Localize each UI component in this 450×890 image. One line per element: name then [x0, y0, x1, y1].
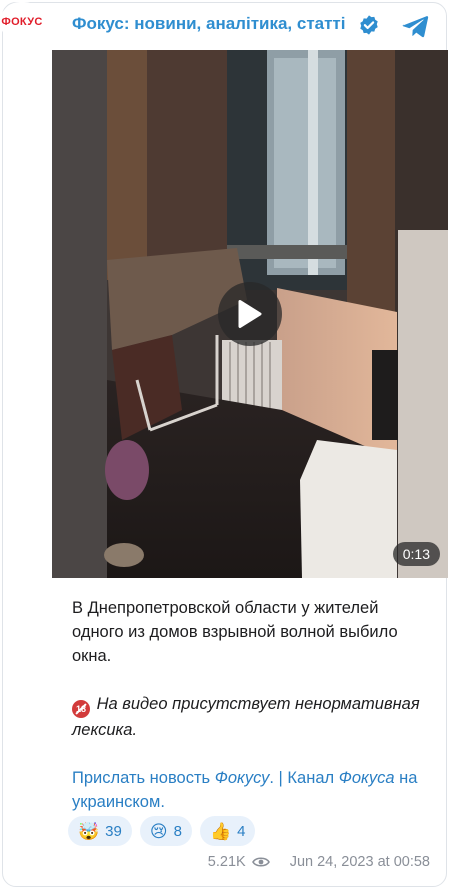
view-count: 5.21K: [207, 854, 246, 870]
submit-news-link-channel[interactable]: Фокусу: [215, 769, 270, 787]
post-text: В Днепропетровской области у жителей одн…: [72, 596, 432, 814]
play-icon: [238, 300, 262, 328]
post-card: 0:13 В Днепропетровской области у жителе…: [52, 50, 448, 890]
reaction-crying[interactable]: 😢 8: [139, 816, 192, 846]
post-timestamp: Jun 24, 2023 at 00:58: [289, 854, 430, 870]
age-restriction-icon: 18: [72, 700, 90, 718]
telegram-icon[interactable]: [400, 11, 430, 41]
thumbs-up-icon: 👍: [209, 821, 232, 841]
warning-text: На видео присутствует ненормативная лекс…: [72, 695, 420, 739]
reaction-exploding-head[interactable]: 🤯 39: [68, 816, 132, 846]
post-headline: В Днепропетровской области у жителей одн…: [72, 599, 398, 665]
video-player[interactable]: 0:13: [52, 50, 448, 578]
exploding-head-icon: 🤯: [78, 821, 100, 841]
reaction-thumbs-up[interactable]: 👍 4: [199, 816, 256, 846]
channel-name[interactable]: Фокус: новини, аналітика, статті: [72, 14, 346, 34]
reactions-bar: 🤯 39 😢 8 👍 4: [68, 816, 256, 846]
channel-avatar[interactable]: ФОКУС: [0, 2, 44, 42]
content-warning: 18 На видео присутствует ненормативная л…: [72, 692, 432, 742]
ukrainian-channel-link[interactable]: Фокуса: [339, 769, 395, 787]
link-separator: . | Канал: [269, 769, 335, 787]
avatar-logo-text: ФОКУС: [1, 16, 43, 28]
crying-face-icon: 😢: [149, 821, 168, 841]
reaction-count: 8: [173, 822, 182, 840]
eye-icon: [251, 857, 270, 867]
play-button[interactable]: [218, 282, 282, 346]
post-header: ФОКУС Фокус: новини, аналітика, статті: [0, 0, 450, 50]
verified-icon: [360, 15, 378, 35]
submit-news-link[interactable]: Прислать новость: [72, 769, 210, 787]
reaction-count: 39: [105, 822, 122, 840]
reaction-count: 4: [237, 822, 246, 840]
post-links: Прислать новость Фокусу. | Канал Фокуса …: [72, 766, 432, 814]
video-duration: 0:13: [392, 542, 440, 566]
post-meta: 5.21K Jun 24, 2023 at 00:58: [208, 854, 430, 870]
